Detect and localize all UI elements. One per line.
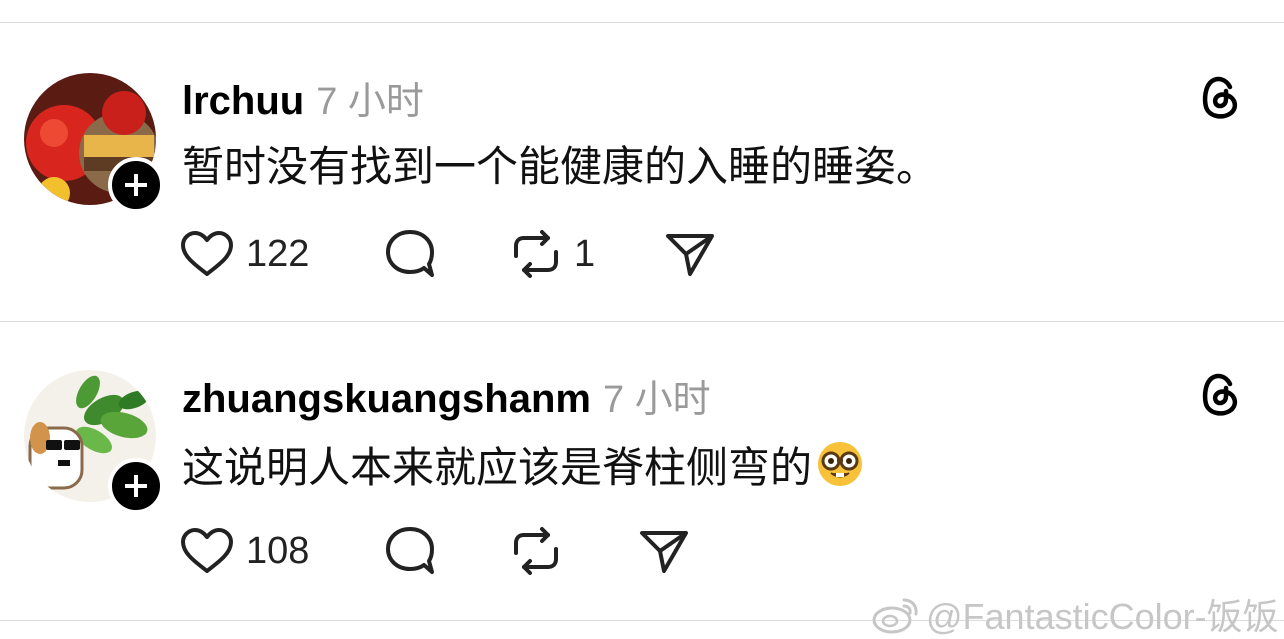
share-button[interactable] <box>664 228 716 280</box>
send-icon <box>640 531 688 573</box>
watermark-text: @FantasticColor-饭饭 <box>926 596 1279 637</box>
plus-icon <box>125 475 147 497</box>
like-button[interactable]: 108 <box>180 525 309 577</box>
heart-icon <box>181 528 233 573</box>
repost-count: 1 <box>574 232 596 275</box>
nerd-face-emoji-icon <box>818 442 863 486</box>
comment-bubble-icon <box>386 230 434 277</box>
repost-button[interactable] <box>510 525 562 577</box>
comment-button[interactable] <box>384 228 436 280</box>
repost-icon <box>514 527 558 575</box>
post-time: 7 小时 <box>316 81 424 123</box>
post-text: 暂时没有找到一个能健康的入睡的睡姿。 <box>182 133 938 194</box>
post-header: zhuangskuangshanm 7 小时 <box>182 368 711 421</box>
repost-button[interactable]: 1 <box>510 228 595 280</box>
post-item[interactable]: zhuangskuangshanm 7 小时 这说明人本来就应该是脊柱侧弯的 1… <box>0 322 1284 620</box>
username[interactable]: zhuangskuangshanm <box>182 377 591 422</box>
heart-icon <box>181 231 233 276</box>
post-text: 这说明人本来就应该是脊柱侧弯的 <box>182 434 864 495</box>
post-text-content: 暂时没有找到一个能健康的入睡的睡姿。 <box>182 142 939 191</box>
comment-bubble-icon <box>386 527 434 574</box>
post-text-content: 这说明人本来就应该是脊柱侧弯的 <box>182 443 813 492</box>
watermark: @FantasticColor-饭饭 <box>872 588 1279 639</box>
post-item[interactable]: lrchuu 7 小时 暂时没有找到一个能健康的入睡的睡姿。 122 1 <box>0 23 1284 321</box>
send-icon <box>666 234 714 276</box>
like-count: 108 <box>246 529 310 572</box>
threads-logo-icon[interactable] <box>1196 71 1246 121</box>
comment-button[interactable] <box>384 525 436 577</box>
follow-button[interactable] <box>108 458 164 514</box>
post-header: lrchuu 7 小时 <box>182 70 424 123</box>
like-count: 122 <box>246 232 310 275</box>
plus-icon <box>125 174 147 196</box>
weibo-logo-icon <box>872 598 918 634</box>
like-button[interactable]: 122 <box>180 228 309 280</box>
threads-logo-icon[interactable] <box>1196 368 1246 418</box>
username[interactable]: lrchuu <box>182 79 304 124</box>
share-button[interactable] <box>638 525 690 577</box>
threads-feed: lrchuu 7 小时 暂时没有找到一个能健康的入睡的睡姿。 122 1 zhu… <box>0 0 1284 639</box>
follow-button[interactable] <box>108 157 164 213</box>
repost-icon <box>514 230 558 278</box>
post-time: 7 小时 <box>602 379 711 421</box>
